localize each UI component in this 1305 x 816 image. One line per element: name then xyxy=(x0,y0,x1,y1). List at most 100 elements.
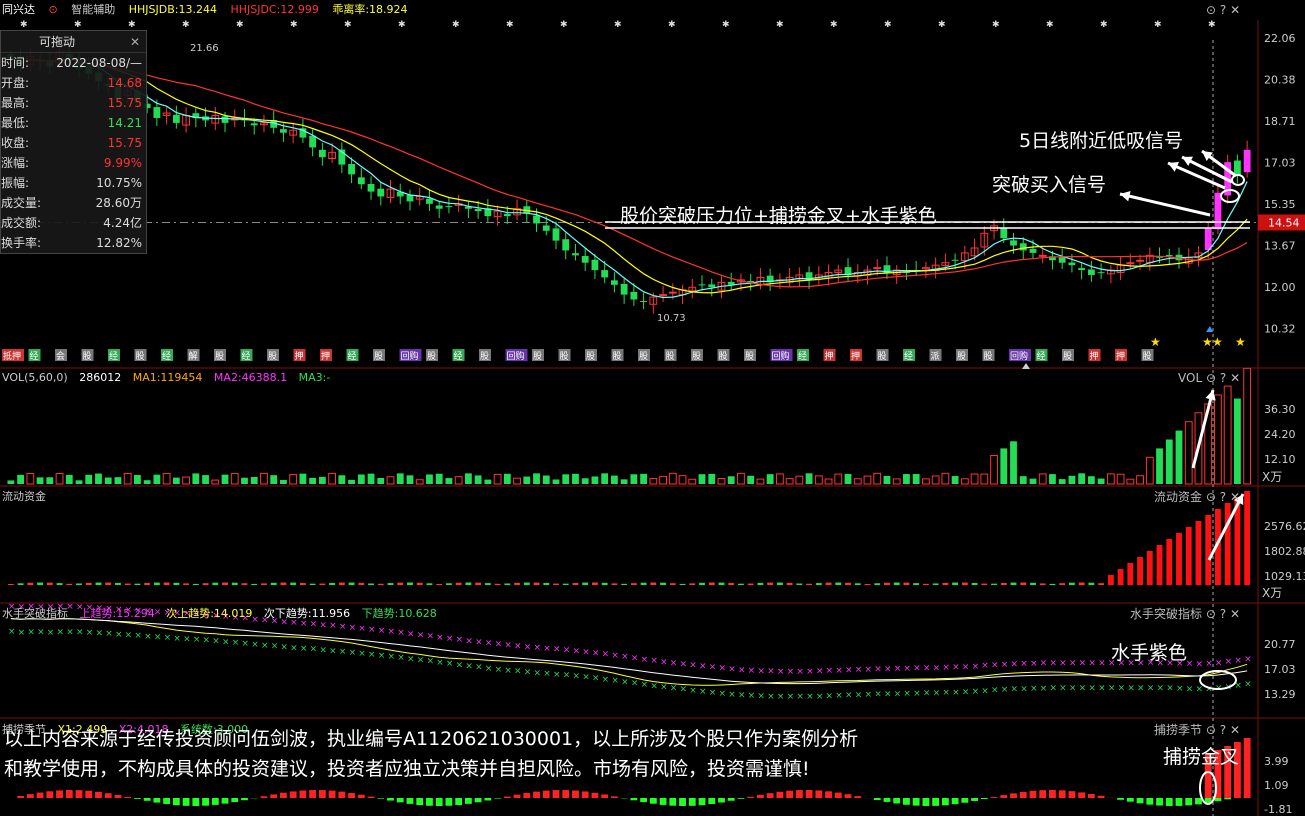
help-icon[interactable]: ? xyxy=(1220,607,1226,621)
close-icon[interactable]: ✕ xyxy=(1230,3,1240,17)
volume-bar xyxy=(795,475,804,485)
settings-icon[interactable]: ⊙ xyxy=(1206,490,1216,504)
help-icon[interactable]: ? xyxy=(1220,371,1226,385)
season-bar xyxy=(1049,790,1056,798)
flow-bar xyxy=(952,582,959,585)
close-icon[interactable]: ✕ xyxy=(1230,607,1240,621)
season-bar xyxy=(17,796,25,798)
season-bar xyxy=(46,791,54,798)
flow-bar xyxy=(484,583,491,585)
sailor-down-mark: × xyxy=(358,649,366,659)
disclaimer-line-2: 和教学使用，不构成具体的投资建议，投资者应独立决策并自担风险。市场有风险，投资需… xyxy=(4,758,810,780)
flow-bar xyxy=(7,584,14,585)
flow-bar xyxy=(231,582,238,585)
sailor-up-mark: × xyxy=(339,622,347,632)
sailor-tick-label: 17.03 xyxy=(1264,663,1296,676)
candle-body xyxy=(601,270,609,278)
sailor-up-mark: × xyxy=(835,666,843,676)
season-bar xyxy=(494,798,501,799)
settings-icon[interactable]: ⊙ xyxy=(1206,607,1216,621)
sailor-down-mark: × xyxy=(95,629,103,639)
flow-name: 流动资金 xyxy=(1154,490,1203,504)
candle-body xyxy=(562,239,570,251)
volume-bar xyxy=(406,475,414,484)
flow-bar xyxy=(533,582,540,585)
volume-bar xyxy=(1243,367,1252,485)
volume-bar xyxy=(46,477,54,484)
event-tag-label: 股 xyxy=(666,351,675,362)
flow-bar xyxy=(124,583,131,585)
season-bar xyxy=(513,794,521,798)
flow-bar xyxy=(1244,491,1251,585)
candle-body xyxy=(1000,227,1008,239)
sailor-down-mark: × xyxy=(368,650,376,660)
event-tag-label: 押 xyxy=(1090,350,1099,362)
assist-label[interactable]: 智能辅助 xyxy=(71,3,115,16)
sailor-up-mark: × xyxy=(1040,659,1048,669)
info-row: 开盘: 14.68 xyxy=(1,73,146,93)
sailor-down-mark: × xyxy=(222,637,230,647)
star-marker: ✱ xyxy=(344,20,352,30)
settings-icon[interactable]: ⊙ xyxy=(1206,3,1216,17)
help-icon[interactable]: ? xyxy=(1220,723,1226,737)
flow-bar xyxy=(757,582,764,585)
flow-bar xyxy=(1030,582,1036,585)
season-bar xyxy=(1078,792,1086,798)
season-bar xyxy=(932,798,940,806)
sailor-down-mark: × xyxy=(349,648,357,658)
info-row: 收盘: 15.75 xyxy=(1,133,146,153)
flow-bar xyxy=(426,583,433,585)
sailor-down-mark: × xyxy=(689,686,697,696)
season-bar xyxy=(591,792,599,798)
info-panel[interactable]: 可拖动 ✕ 时间: 2022-08-08/— 开盘: 14.68 最高: 15.75 最低:… xyxy=(0,30,147,254)
help-icon[interactable]: ? xyxy=(1220,3,1226,17)
info-value: 2022-08-08/— xyxy=(56,56,142,70)
flow-bar xyxy=(893,582,900,585)
flow-bar xyxy=(144,583,151,585)
close-icon[interactable]: ✕ xyxy=(1230,723,1240,737)
flow-bar xyxy=(825,582,832,585)
sailor-down-mark: × xyxy=(1020,684,1028,694)
volume-bar xyxy=(581,478,589,484)
flow-bar xyxy=(640,582,647,585)
close-icon[interactable]: ✕ xyxy=(1230,371,1240,385)
flow-bar xyxy=(46,582,53,585)
help-icon[interactable]: ? xyxy=(1220,490,1226,504)
settings-icon[interactable]: ⊙ xyxy=(1206,371,1216,385)
flow-bar xyxy=(1205,515,1212,585)
close-icon[interactable]: ✕ xyxy=(1230,490,1240,504)
candle-body xyxy=(1097,272,1105,274)
sailor-down-mark: × xyxy=(388,652,396,662)
volume-bar xyxy=(85,474,93,484)
flow-bar xyxy=(738,583,744,585)
sailor-down-mark: × xyxy=(456,660,464,670)
settings-icon[interactable]: ⊙ xyxy=(1206,723,1216,737)
flow-bar xyxy=(796,583,803,585)
dropdown-icon[interactable]: ⊙ xyxy=(49,3,58,16)
sailor-up-mark: × xyxy=(680,660,688,670)
stock-name[interactable]: 同兴达 xyxy=(0,3,35,16)
season-bar xyxy=(182,798,190,806)
volume-bar xyxy=(853,478,862,485)
sailor-down-mark: × xyxy=(1147,683,1155,693)
flow-bar xyxy=(504,583,511,585)
info-panel-header[interactable]: 可拖动 ✕ xyxy=(1,31,146,53)
sailor-down-mark: × xyxy=(699,687,707,697)
event-tag-label: 股 xyxy=(83,351,92,362)
volume-bar xyxy=(785,478,794,485)
season-bar xyxy=(1126,798,1134,802)
close-icon[interactable]: ✕ xyxy=(130,31,140,53)
star-marker: ✱ xyxy=(992,20,1000,30)
event-tag-label: 股 xyxy=(984,351,993,362)
event-tag-label: 解 xyxy=(189,350,198,362)
sailor-up-mark: × xyxy=(699,662,707,672)
sailor-down-mark: × xyxy=(173,634,181,644)
flow-bar xyxy=(776,582,783,585)
sailor-down-mark: × xyxy=(504,666,512,676)
volume-bar xyxy=(912,474,920,484)
season-bar xyxy=(56,790,63,798)
volume-bar xyxy=(1049,474,1056,484)
sailor-down-mark: × xyxy=(134,631,142,641)
sailor-down-mark: × xyxy=(329,646,337,656)
season-bar xyxy=(124,796,132,798)
